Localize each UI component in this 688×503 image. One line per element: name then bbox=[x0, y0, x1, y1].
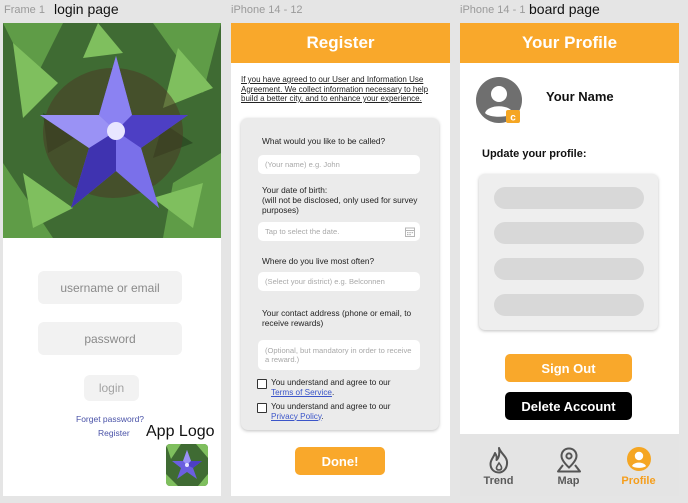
tab-trend[interactable]: Trend bbox=[462, 434, 535, 496]
bottom-tab-bar: Trend Map Profile bbox=[460, 434, 679, 496]
dob-note: (will not be disclosed, only used for su… bbox=[262, 195, 418, 215]
register-form-card: What would you like to be called? (Your … bbox=[241, 118, 439, 430]
privacy-agreement-row: You understand and agree to our Privacy … bbox=[257, 402, 390, 421]
avatar-icon[interactable]: c bbox=[475, 76, 523, 124]
app-logo-icon bbox=[166, 444, 208, 486]
frame-title-profile: board page bbox=[529, 1, 600, 17]
login-button[interactable]: login bbox=[84, 375, 139, 401]
calendar-icon bbox=[405, 227, 415, 237]
map-pin-icon bbox=[556, 447, 581, 473]
user-circle-icon bbox=[626, 447, 651, 471]
profile-field[interactable] bbox=[494, 294, 644, 316]
frame-label-login: Frame 1 bbox=[4, 4, 45, 16]
flame-icon bbox=[489, 447, 508, 474]
location-input-placeholder: (Select your district) e.g. Belconnen bbox=[265, 277, 385, 286]
register-title: Register bbox=[306, 33, 375, 52]
privacy-agree-label: You understand and agree to our bbox=[271, 402, 391, 411]
tab-profile[interactable]: Profile bbox=[602, 434, 675, 496]
profile-field[interactable] bbox=[494, 258, 644, 280]
register-header: Register bbox=[231, 23, 450, 63]
privacy-period: . bbox=[321, 411, 324, 421]
contact-input-placeholder: (Optional, but mandatory in order to rec… bbox=[265, 346, 412, 364]
register-screen: Register If you have agreed to our User … bbox=[231, 23, 450, 496]
privacy-policy-link[interactable]: Privacy Policy bbox=[271, 412, 321, 421]
profile-header: Your Profile bbox=[460, 23, 679, 63]
tab-map[interactable]: Map bbox=[532, 434, 605, 496]
terms-checkbox[interactable] bbox=[257, 379, 267, 389]
name-input-placeholder: (Your name) e.g. John bbox=[265, 160, 340, 169]
delete-account-button[interactable]: Delete Account bbox=[505, 392, 632, 420]
profile-fields-card bbox=[479, 174, 658, 330]
name-input[interactable]: (Your name) e.g. John bbox=[258, 155, 420, 174]
dob-input[interactable]: Tap to select the date. bbox=[258, 222, 420, 241]
forget-password-link[interactable]: Forget password? bbox=[76, 414, 144, 424]
tab-profile-label: Profile bbox=[621, 475, 656, 487]
username-input[interactable]: username or email bbox=[38, 271, 182, 304]
frame-title-login: login page bbox=[54, 1, 119, 17]
terms-of-service-link[interactable]: Terms of Service bbox=[271, 388, 332, 397]
contact-input[interactable]: (Optional, but mandatory in order to rec… bbox=[258, 340, 420, 370]
dob-question: Your date of birth: (will not be disclos… bbox=[262, 185, 432, 215]
location-question: Where do you live most often? bbox=[262, 256, 375, 266]
terms-agreement-text: You understand and agree to our Terms of… bbox=[271, 378, 390, 397]
sign-out-button[interactable]: Sign Out bbox=[505, 354, 632, 382]
register-link[interactable]: Register bbox=[98, 428, 130, 438]
contact-question: Your contact address (phone or email, to… bbox=[262, 308, 412, 328]
privacy-checkbox[interactable] bbox=[257, 403, 267, 413]
update-profile-label: Update your profile: bbox=[482, 148, 587, 160]
name-question: What would you like to be called? bbox=[262, 136, 386, 146]
flower-hero-image bbox=[3, 23, 221, 238]
terms-agree-label: You understand and agree to our bbox=[271, 378, 391, 387]
svg-text:c: c bbox=[510, 113, 516, 124]
location-input[interactable]: (Select your district) e.g. Belconnen bbox=[258, 272, 420, 291]
frame-label-register: iPhone 14 - 12 bbox=[231, 4, 303, 16]
dob-label: Your date of birth: bbox=[262, 185, 328, 195]
privacy-agreement-text: You understand and agree to our Privacy … bbox=[271, 402, 390, 421]
profile-title: Your Profile bbox=[521, 33, 618, 52]
app-logo-label: App Logo bbox=[146, 423, 215, 440]
dob-input-placeholder: Tap to select the date. bbox=[265, 227, 340, 236]
terms-period: . bbox=[331, 387, 335, 397]
tab-map-label: Map bbox=[557, 475, 580, 487]
terms-agreement-row: You understand and agree to our Terms of… bbox=[257, 378, 390, 397]
profile-field[interactable] bbox=[494, 222, 644, 244]
profile-field[interactable] bbox=[494, 187, 644, 209]
done-button[interactable]: Done! bbox=[295, 447, 385, 475]
user-name: Your Name bbox=[546, 89, 614, 104]
password-input[interactable]: password bbox=[38, 322, 182, 355]
frame-label-profile: iPhone 14 - 1 bbox=[460, 4, 526, 16]
agreement-text[interactable]: If you have agreed to our User and Infor… bbox=[241, 75, 441, 104]
tab-trend-label: Trend bbox=[483, 475, 514, 487]
profile-screen: Your Profile c Your Name Update your pro… bbox=[460, 23, 679, 496]
